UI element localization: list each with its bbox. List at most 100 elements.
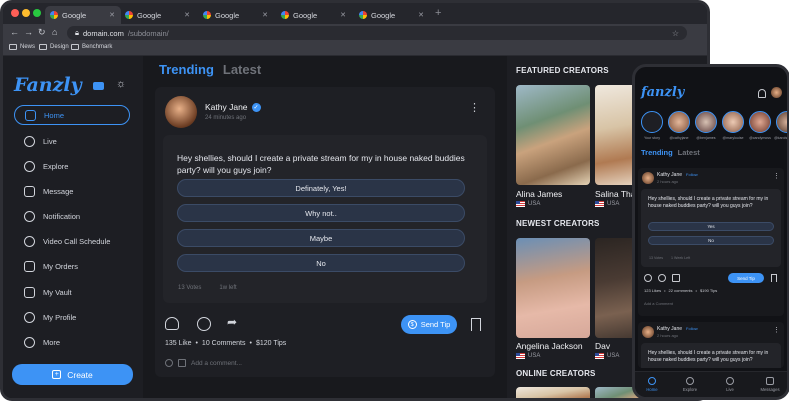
live-icon	[24, 135, 35, 147]
bell-icon[interactable]	[758, 89, 766, 98]
browser-tab[interactable]: Google ✕	[120, 6, 196, 24]
wallet-icon[interactable]	[93, 82, 104, 90]
send-tip-button[interactable]: $ Send Tip	[401, 315, 457, 334]
close-tab-icon[interactable]: ✕	[340, 11, 346, 19]
like-button[interactable]	[165, 317, 180, 332]
creator-card-image[interactable]	[516, 387, 590, 398]
bookmark-star-icon[interactable]: ☆	[672, 29, 679, 38]
poll-option[interactable]: Definately, Yes!	[177, 179, 465, 197]
sidebar-item-live[interactable]: Live	[14, 131, 130, 151]
theme-toggle-icon[interactable]: ☼	[116, 78, 126, 90]
address-bar[interactable]: 🔒︎ domain.com/subdomain/ ☆	[67, 26, 687, 40]
sidebar-item-notification[interactable]: Notification	[14, 206, 130, 226]
browser-tab[interactable]: Google ✕	[276, 6, 352, 24]
sidebar-item-my-orders[interactable]: My Orders	[14, 256, 130, 276]
follow-button[interactable]: Follow	[686, 172, 698, 178]
maximize-window-button[interactable]	[33, 9, 41, 17]
more-options-icon[interactable]: ⋮	[773, 172, 780, 180]
avatar[interactable]	[642, 326, 654, 338]
poll-option[interactable]: Maybe	[177, 229, 465, 247]
close-tab-icon[interactable]: ✕	[262, 11, 268, 19]
comment-input[interactable]: Add a Comment	[644, 301, 673, 306]
comment-button[interactable]	[197, 317, 212, 332]
tab-latest[interactable]: Latest	[678, 148, 700, 157]
message-icon	[24, 185, 35, 197]
heart-icon[interactable]	[644, 274, 652, 282]
story-avatar[interactable]	[749, 111, 771, 133]
poll-option[interactable]: Yes	[648, 222, 774, 231]
creator-name[interactable]: Dav	[595, 341, 610, 351]
poll-option[interactable]: No	[648, 236, 774, 245]
forward-icon[interactable]: →	[24, 27, 33, 37]
poll-option[interactable]: Why not..	[177, 204, 465, 222]
post-author[interactable]: Kathy Jane Follow	[657, 172, 698, 178]
main-feed: Trending Latest Kathy Jane ✓ 24 minutes a…	[143, 56, 507, 398]
share-icon[interactable]	[672, 274, 680, 282]
back-icon[interactable]: ←	[10, 27, 19, 37]
close-tab-icon[interactable]: ✕	[109, 11, 115, 19]
comment-icon	[197, 317, 211, 331]
story-avatar[interactable]	[722, 111, 744, 133]
bookmark-benchmark[interactable]: Benchmark	[71, 44, 112, 50]
more-options-icon[interactable]: ⋮	[469, 101, 480, 114]
sidebar-item-home[interactable]: Home	[14, 105, 130, 125]
sidebar-item-my-vault[interactable]: My Vault	[14, 282, 130, 302]
story-avatar[interactable]	[641, 111, 663, 133]
tab-trending[interactable]: Trending	[159, 62, 214, 77]
story-avatar[interactable]	[695, 111, 717, 133]
sidebar-item-more[interactable]: More	[14, 332, 130, 352]
sidebar-item-explore[interactable]: Explore	[14, 156, 130, 176]
story-avatar[interactable]	[776, 111, 787, 133]
reload-icon[interactable]: ↻	[38, 27, 46, 38]
post-author[interactable]: Kathy Jane ✓	[205, 102, 261, 112]
emoji-icon[interactable]	[165, 359, 173, 367]
tab-latest[interactable]: Latest	[223, 62, 261, 77]
follow-button[interactable]: Follow	[686, 326, 698, 332]
bookmark-design[interactable]: Design	[39, 44, 69, 50]
gif-icon[interactable]	[178, 359, 186, 367]
plus-icon: +	[52, 370, 62, 379]
browser-tab[interactable]: Google ✕	[198, 6, 274, 24]
sidebar-item-my-profile[interactable]: My Profile	[14, 307, 130, 327]
close-window-button[interactable]	[11, 9, 19, 17]
creator-card-image[interactable]	[516, 85, 590, 185]
nav-explore[interactable]: Explore	[675, 377, 705, 392]
minimize-window-button[interactable]	[22, 9, 30, 17]
home-icon[interactable]: ⌂	[52, 27, 57, 37]
story-avatar[interactable]	[668, 111, 690, 133]
sidebar-item-video-call-schedule[interactable]: Video Call Schedule	[14, 231, 130, 251]
browser-tab[interactable]: Google ✕	[354, 6, 430, 24]
story-label: @karolsmith	[774, 136, 787, 140]
create-button[interactable]: + Create	[12, 364, 133, 385]
avatar[interactable]	[771, 87, 782, 98]
verified-icon: ✓	[251, 102, 261, 112]
bookmark-icon[interactable]	[771, 274, 777, 282]
nav-live[interactable]: Live	[715, 377, 745, 392]
creator-name[interactable]: Angelina Jackson	[516, 341, 583, 351]
browser-tab[interactable]: Google ✕	[45, 6, 121, 24]
creator-card-image[interactable]	[516, 238, 590, 338]
nav-home[interactable]: Home	[637, 377, 667, 392]
bookmark-icon[interactable]	[471, 318, 481, 331]
close-tab-icon[interactable]: ✕	[184, 11, 190, 19]
sidebar-item-message[interactable]: Message	[14, 181, 130, 201]
avatar[interactable]	[165, 96, 197, 128]
bookmark-news[interactable]: News	[9, 44, 35, 50]
tab-trending[interactable]: Trending	[641, 148, 673, 157]
comment-icon[interactable]	[658, 274, 666, 282]
like-count[interactable]: 135 Like	[165, 340, 191, 347]
avatar[interactable]	[642, 172, 654, 184]
more-options-icon[interactable]: ⋮	[773, 326, 780, 334]
fanzly-logo[interactable]: fanzly	[641, 85, 684, 100]
post-author[interactable]: Kathy Jane Follow	[657, 326, 698, 332]
send-tip-button[interactable]: Send Tip	[728, 273, 764, 283]
new-tab-icon[interactable]: +	[435, 7, 441, 19]
comment-input[interactable]: Add a comment...	[165, 359, 242, 367]
share-button[interactable]: ➦	[227, 315, 242, 330]
fanzly-logo[interactable]: Fanzly	[14, 74, 82, 96]
comment-count[interactable]: 10 Comments	[202, 340, 246, 347]
nav-messages[interactable]: Messages	[755, 377, 785, 392]
creator-name[interactable]: Alina James	[516, 189, 562, 199]
poll-option[interactable]: No	[177, 254, 465, 272]
close-tab-icon[interactable]: ✕	[418, 11, 424, 19]
